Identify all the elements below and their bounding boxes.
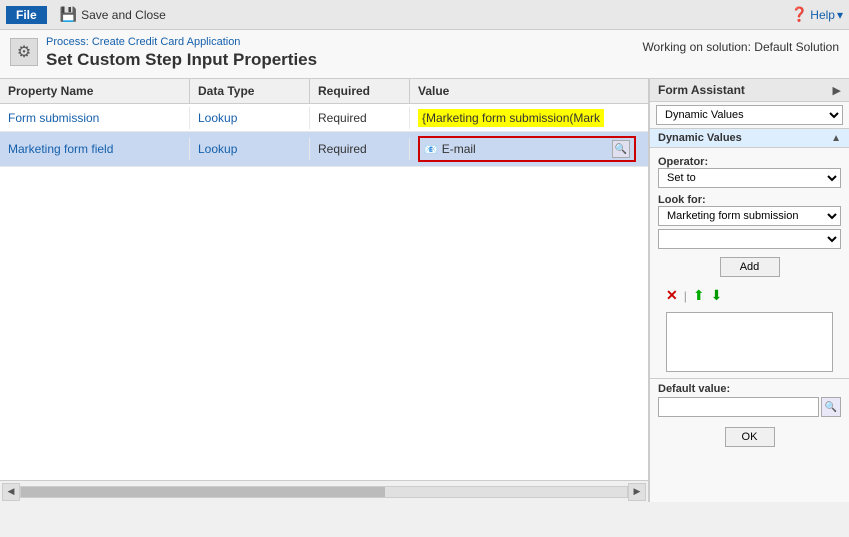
look-for-secondary-select[interactable]: [658, 229, 841, 249]
dv-title: Dynamic Values: [658, 132, 742, 144]
dv-content: Operator: Set to Look for: Marketing for…: [650, 148, 849, 378]
email-icon: 📧: [424, 143, 438, 156]
dynamic-values-select[interactable]: Dynamic Values: [656, 105, 843, 125]
email-field-container[interactable]: 📧 E-mail 🔍: [418, 136, 636, 162]
default-lookup-button[interactable]: 🔍: [821, 397, 841, 417]
col-value: Value: [410, 79, 648, 103]
move-down-icon[interactable]: ⬇: [711, 287, 723, 304]
help-icon: ❓: [791, 6, 808, 23]
col-required: Required: [310, 79, 410, 103]
list-box[interactable]: [666, 312, 833, 372]
save-close-label: Save and Close: [81, 8, 166, 22]
help-dropdown-icon: ▾: [837, 8, 843, 22]
scroll-track[interactable]: [20, 486, 628, 498]
dv-header[interactable]: Dynamic Values ▲: [650, 129, 849, 148]
look-for-section: Look for: Marketing form submission: [658, 192, 841, 249]
table-row: Form submission Lookup Required {Marketi…: [0, 104, 648, 132]
cell-property-1[interactable]: Form submission: [0, 107, 190, 129]
default-input-row: 🔍: [658, 397, 841, 417]
table-area: Property Name Data Type Required Value F…: [0, 79, 649, 502]
panel-select-row: Dynamic Values: [650, 102, 849, 129]
save-close-button[interactable]: 💾 Save and Close: [53, 3, 173, 26]
scroll-right-arrow[interactable]: ▶: [628, 483, 646, 501]
default-value-label: Default value:: [658, 383, 841, 395]
save-icon: 💾: [60, 6, 77, 23]
header-left: ⚙ Process: Create Credit Card Applicatio…: [10, 36, 317, 70]
working-on-label: Working on solution: Default Solution: [642, 36, 839, 54]
file-button[interactable]: File: [6, 6, 47, 24]
up-arrow-icon: ⬆: [693, 287, 705, 303]
col-property-name: Property Name: [0, 79, 190, 103]
panel-title: Form Assistant: [658, 83, 745, 97]
look-for-label: Look for:: [658, 194, 841, 206]
add-button[interactable]: Add: [720, 257, 780, 277]
right-panel: Form Assistant ▶ Dynamic Values Dynamic …: [649, 79, 849, 502]
down-arrow-icon: ⬇: [711, 287, 723, 303]
scroll-thumb[interactable]: [21, 487, 385, 497]
scroll-left-arrow[interactable]: ◀: [2, 483, 20, 501]
cell-value-2[interactable]: 📧 E-mail 🔍: [410, 132, 648, 166]
operator-select[interactable]: Set to: [658, 168, 841, 188]
cell-value-1: {Marketing form submission(Mark: [410, 105, 648, 131]
ok-button[interactable]: OK: [725, 427, 775, 447]
default-value-input[interactable]: [658, 397, 819, 417]
table-body: Form submission Lookup Required {Marketi…: [0, 104, 648, 480]
top-bar: File 💾 Save and Close ❓ Help ▾: [0, 0, 849, 30]
cell-required-2: Required: [310, 138, 410, 160]
email-text: E-mail: [442, 142, 608, 156]
cell-datatype-2: Lookup: [190, 138, 310, 160]
table-header: Property Name Data Type Required Value: [0, 79, 648, 104]
page-title: Set Custom Step Input Properties: [46, 50, 317, 70]
help-area[interactable]: ❓ Help ▾: [791, 6, 843, 23]
col-data-type: Data Type: [190, 79, 310, 103]
horizontal-scrollbar[interactable]: ◀ ▶: [0, 480, 648, 502]
operator-section: Operator: Set to: [658, 154, 841, 188]
default-value-section: Default value: 🔍: [650, 379, 849, 421]
lookup-button[interactable]: 🔍: [612, 140, 630, 158]
dv-collapse-icon[interactable]: ▲: [831, 133, 841, 144]
action-row: ✕ | ⬆ ⬇: [658, 285, 841, 308]
help-label: Help: [810, 8, 835, 22]
value-yellow-badge: {Marketing form submission(Mark: [418, 109, 604, 127]
header-section: ⚙ Process: Create Credit Card Applicatio…: [0, 30, 849, 79]
move-up-icon[interactable]: ⬆: [693, 287, 705, 304]
look-for-select[interactable]: Marketing form submission: [658, 206, 841, 226]
gear-icon: ⚙: [10, 38, 38, 66]
header-text: Process: Create Credit Card Application …: [46, 36, 317, 70]
cell-required-1: Required: [310, 107, 410, 129]
operator-label: Operator:: [658, 156, 841, 168]
action-divider: |: [684, 289, 687, 303]
main-content: Property Name Data Type Required Value F…: [0, 79, 849, 502]
cell-datatype-1: Lookup: [190, 107, 310, 129]
dynamic-values-section: Dynamic Values ▲ Operator: Set to Look f…: [650, 129, 849, 379]
cell-property-2[interactable]: Marketing form field: [0, 138, 190, 160]
panel-expand-icon[interactable]: ▶: [833, 84, 841, 97]
delete-icon[interactable]: ✕: [666, 287, 678, 304]
breadcrumb[interactable]: Process: Create Credit Card Application: [46, 36, 317, 48]
panel-header: Form Assistant ▶: [650, 79, 849, 102]
table-row-selected: Marketing form field Lookup Required 📧 E…: [0, 132, 648, 167]
